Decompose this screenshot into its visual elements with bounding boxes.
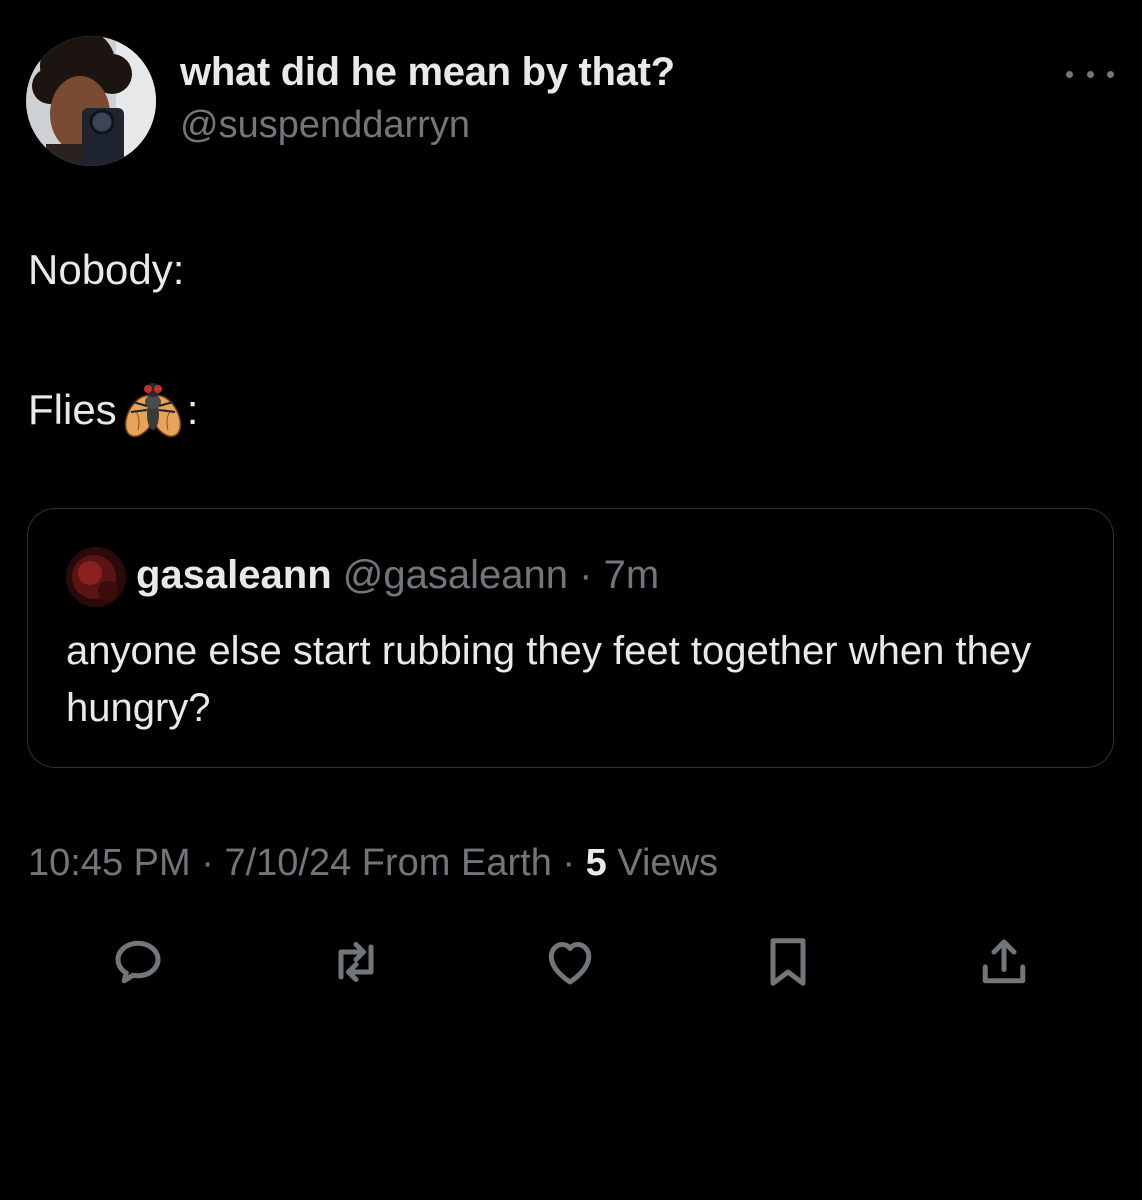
meta-separator: · <box>562 842 576 884</box>
more-dot-icon <box>1066 70 1073 78</box>
quoted-author-avatar[interactable] <box>66 547 126 607</box>
quoted-tweet-card[interactable]: gasaleann @gasaleann · 7m anyone else st… <box>27 508 1114 768</box>
more-options-button[interactable] <box>1066 60 1114 88</box>
tweet-source: From Earth <box>361 842 552 884</box>
tweet-text-suffix: : <box>186 386 199 433</box>
bookmark-icon <box>770 938 806 986</box>
quoted-tweet-text: anyone else start rubbing they feet toge… <box>66 629 1032 730</box>
retweet-button[interactable] <box>324 930 388 994</box>
retweet-icon <box>338 942 374 982</box>
like-icon <box>548 942 592 985</box>
tweet-meta: 10:45 PM · 7/10/24 From Earth · 5 Views <box>28 842 718 885</box>
quoted-header: gasaleann @gasaleann · 7m <box>136 553 659 598</box>
quoted-author-name[interactable]: gasaleann <box>136 553 332 597</box>
more-dot-icon <box>1107 70 1114 78</box>
views-count[interactable]: 5 <box>586 842 607 884</box>
tweet-text-line-2: Flies : <box>28 378 198 442</box>
reply-button[interactable] <box>106 930 170 994</box>
share-icon <box>982 939 1026 984</box>
quoted-author-handle[interactable]: @gasaleann <box>343 553 568 597</box>
quoted-separator: · <box>579 553 593 597</box>
tweet-text-prefix: Flies <box>28 386 117 433</box>
views-label[interactable]: Views <box>617 842 718 884</box>
bookmark-button[interactable] <box>756 930 820 994</box>
tweet-text-line-1: Nobody: <box>28 246 185 293</box>
tweet-time[interactable]: 10:45 PM <box>28 842 191 884</box>
reply-icon <box>115 940 161 984</box>
more-dot-icon <box>1086 70 1094 78</box>
author-display-name[interactable]: what did he mean by that? <box>180 50 675 95</box>
author-handle[interactable]: @suspenddarryn <box>180 104 470 147</box>
author-avatar[interactable] <box>26 36 156 166</box>
share-button[interactable] <box>972 930 1036 994</box>
meta-separator: · <box>201 842 214 884</box>
tweet-date[interactable]: 7/10/24 <box>224 842 351 884</box>
quoted-timestamp[interactable]: 7m <box>604 553 660 597</box>
action-bar <box>0 930 1142 1000</box>
fly-emoji-icon <box>121 378 185 442</box>
like-button[interactable] <box>538 930 602 994</box>
